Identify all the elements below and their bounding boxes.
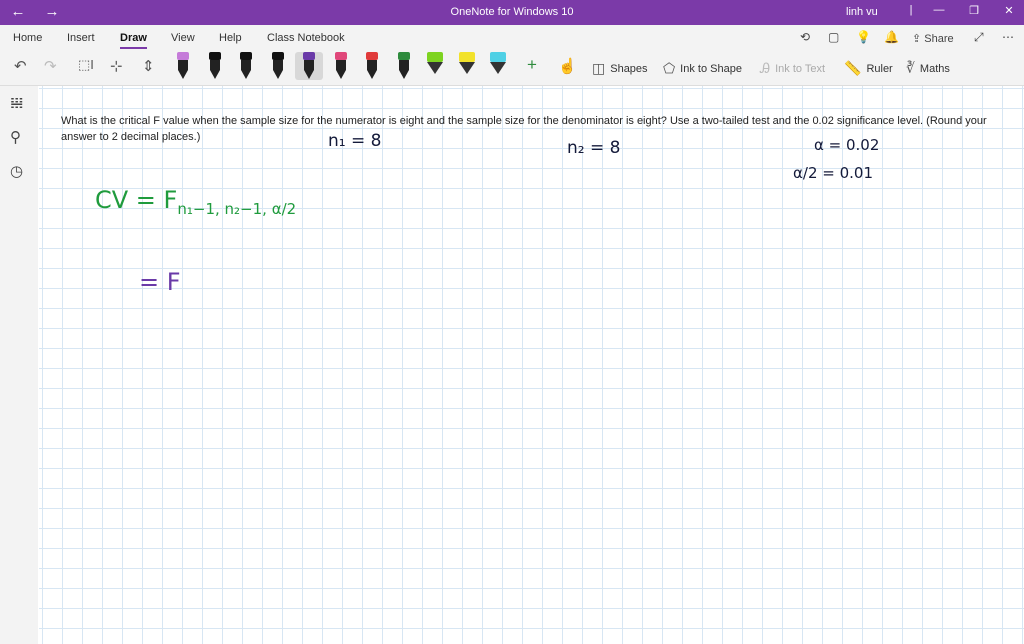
user-name[interactable]: linh vu xyxy=(846,6,878,18)
fullscreen-icon[interactable]: ⤢ xyxy=(974,30,984,45)
pen-0-icon[interactable] xyxy=(174,52,192,80)
insert-space-icon[interactable]: ⇕ xyxy=(142,57,155,75)
tab-view[interactable]: View xyxy=(171,32,195,44)
ink-alpha-half-rhs: = 0.01 xyxy=(822,164,874,182)
tab-insert[interactable]: Insert xyxy=(67,32,95,44)
pen-1-icon[interactable] xyxy=(206,52,224,80)
pen-5-icon[interactable] xyxy=(332,52,350,80)
search-icon[interactable]: ⚲ xyxy=(10,128,21,146)
highlighter-10-icon[interactable] xyxy=(489,52,507,80)
title-bar: ← → OneNote for Windows 10 linh vu | — ❐… xyxy=(0,0,1024,25)
pen-7-icon[interactable] xyxy=(395,52,413,80)
maths-icon: ∛ xyxy=(906,60,915,76)
ink-n1[interactable]: n₁ = 8 xyxy=(328,131,381,151)
ruler-label: Ruler xyxy=(866,62,893,75)
ink-cv-subscript: n₁−1, n₂−1, α/2 xyxy=(177,199,297,218)
ink-n2[interactable]: n₂ = 8 xyxy=(567,138,620,158)
ruler-button[interactable]: 📏 Ruler xyxy=(844,60,893,77)
close-icon[interactable]: ✕ xyxy=(998,4,1020,17)
restore-icon[interactable]: ❐ xyxy=(963,4,985,17)
touch-draw-icon[interactable]: ☝ xyxy=(558,57,577,75)
tab-help[interactable]: Help xyxy=(219,32,242,44)
maths-label: Maths xyxy=(919,62,950,75)
redo-icon[interactable]: ↷ xyxy=(44,57,57,75)
ink-second-line[interactable]: = F xyxy=(139,268,181,296)
menu-bar: Home Insert Draw View Help Class Noteboo… xyxy=(0,25,1024,49)
draw-ribbon: ↶ ↷ ⬚I ⊹ ⇕ + ☝ ◫ Shapes ⬠ Ink to Shape Ꭿ In… xyxy=(0,49,1024,86)
ink-cv-equation[interactable]: CV = Fn₁−1, n₂−1, α/2 xyxy=(95,186,296,218)
share-button[interactable]: ⇪ Share xyxy=(912,32,954,45)
highlighter-8-icon[interactable] xyxy=(426,52,444,80)
left-sidebar: 𝍐 ⚲ ◷ xyxy=(0,86,38,644)
notebooks-icon[interactable]: ▢ xyxy=(828,30,839,44)
ink-alpha-half-lhs: α/2 xyxy=(793,164,818,182)
recent-clock-icon[interactable]: ◷ xyxy=(10,162,23,180)
tab-draw[interactable]: Draw xyxy=(120,32,147,49)
shapes-button[interactable]: ◫ Shapes xyxy=(592,60,648,77)
more-options-icon[interactable]: ⋯ xyxy=(1002,30,1014,44)
note-canvas[interactable]: What is the critical F value when the sa… xyxy=(39,86,1024,644)
minimize-icon[interactable]: — xyxy=(928,4,950,16)
undo-icon[interactable]: ↶ xyxy=(14,57,27,75)
separator-icon: | xyxy=(909,4,913,16)
pen-6-icon[interactable] xyxy=(363,52,381,80)
tab-class-notebook[interactable]: Class Notebook xyxy=(267,32,345,44)
ink-to-shape-button[interactable]: ⬠ Ink to Shape xyxy=(663,60,742,77)
sync-icon[interactable]: ⟲ xyxy=(800,30,810,44)
ink-alpha-half[interactable]: α/2 = 0.01 xyxy=(793,164,873,182)
add-pen-icon[interactable]: + xyxy=(527,55,537,75)
maths-button[interactable]: ∛ Maths xyxy=(906,60,950,77)
ink-alpha[interactable]: α = 0.02 xyxy=(814,136,879,154)
notification-bell-icon[interactable]: 🔔 xyxy=(884,30,899,44)
question-line-2: answer to 2 decimal places.) xyxy=(61,131,201,143)
pen-4-icon[interactable] xyxy=(295,52,323,80)
highlighter-9-icon[interactable] xyxy=(458,52,476,80)
ink-cv-lhs: CV = F xyxy=(95,186,178,214)
shapes-label: Shapes xyxy=(610,62,648,75)
question-line-1: What is the critical F value when the sa… xyxy=(61,115,987,127)
lasso-select-plus-icon[interactable]: ⊹ xyxy=(110,57,123,75)
shapes-icon: ◫ xyxy=(592,60,606,76)
ink-to-text-button[interactable]: Ꭿ Ink to Text xyxy=(760,60,825,77)
ruler-icon: 📏 xyxy=(844,60,862,76)
pen-2-icon[interactable] xyxy=(237,52,255,80)
ink-to-shape-label: Ink to Shape xyxy=(680,62,742,75)
share-label: Share xyxy=(924,33,954,45)
ink-to-shape-icon: ⬠ xyxy=(663,60,676,76)
tab-home[interactable]: Home xyxy=(13,32,42,44)
lasso-select-icon[interactable]: ⬚I xyxy=(78,57,94,73)
lightbulb-icon[interactable]: 💡 xyxy=(856,30,871,44)
notebooks-library-icon[interactable]: 𝍐 xyxy=(10,94,23,112)
ink-to-text-icon: Ꭿ xyxy=(760,60,771,76)
ink-to-text-label: Ink to Text xyxy=(775,62,826,75)
pen-3-icon[interactable] xyxy=(269,52,287,80)
